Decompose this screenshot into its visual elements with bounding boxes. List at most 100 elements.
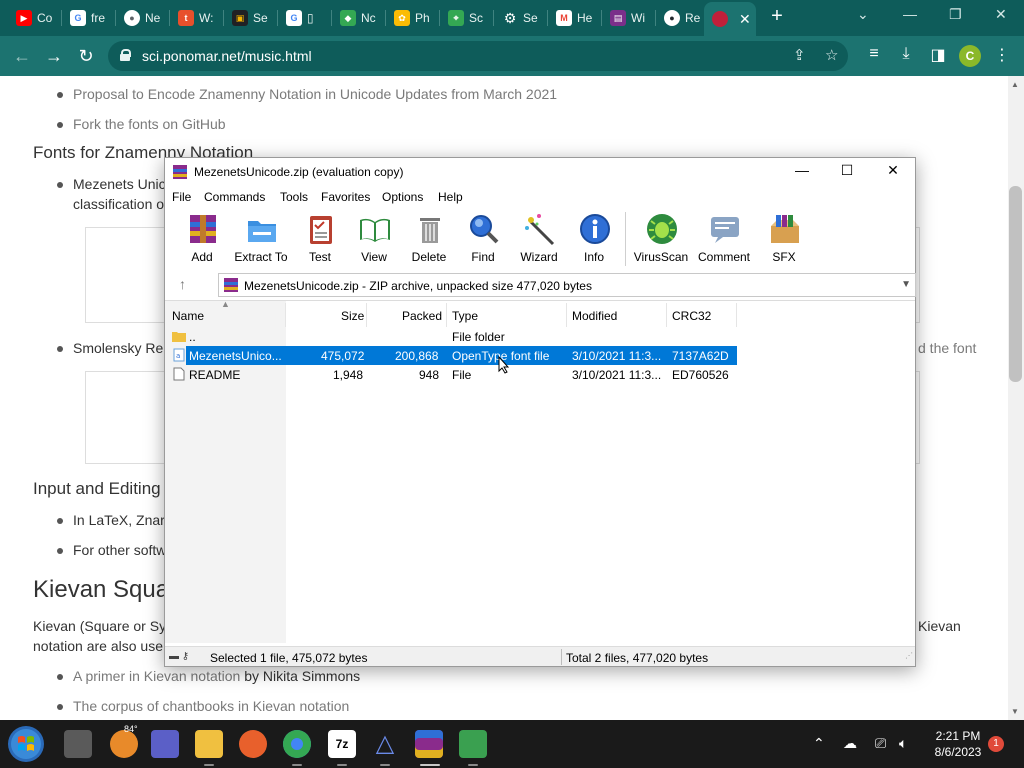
weather-icon[interactable]: [110, 730, 138, 758]
restore-icon[interactable]: ❐: [949, 6, 962, 23]
notification-badge[interactable]: 1: [988, 736, 1004, 752]
chrome-taskbar-icon[interactable]: [283, 730, 311, 758]
media-playlist-icon[interactable]: ≡: [863, 45, 885, 63]
column-header-crc32[interactable]: CRC32: [672, 309, 711, 323]
winrar-taskbar-icon[interactable]: [415, 730, 443, 758]
corpus-link[interactable]: The corpus of chantbooks in Kievan notat…: [73, 698, 349, 714]
menu-options[interactable]: Options: [382, 190, 423, 204]
menu-tools[interactable]: Tools: [280, 190, 308, 204]
winrar-minimize-icon[interactable]: —: [787, 162, 817, 178]
delete-button[interactable]: Delete: [399, 212, 459, 268]
tab-gmail[interactable]: M He: [550, 4, 602, 32]
extract-to-button[interactable]: Extract To: [231, 212, 291, 268]
tab-tumblr[interactable]: t W:: [172, 4, 224, 32]
column-divider[interactable]: [446, 303, 447, 327]
menu-help[interactable]: Help: [438, 190, 463, 204]
browser-menu-icon[interactable]: ⋮: [991, 45, 1013, 65]
back-button[interactable]: ←: [10, 44, 34, 68]
column-header-modified[interactable]: Modified: [572, 309, 617, 323]
winrar-close-icon[interactable]: ✕: [878, 162, 908, 179]
tab-settings[interactable]: ⚙ Se: [496, 4, 548, 32]
proposal-link[interactable]: Proposal to Encode Znamenny Notation in …: [73, 86, 557, 102]
tray-chevron-up-icon[interactable]: ⌃: [813, 735, 825, 752]
profile-avatar[interactable]: C: [959, 45, 981, 67]
scroll-down-arrow-icon[interactable]: ▼: [1011, 707, 1019, 716]
teams-chat-icon[interactable]: [151, 730, 179, 758]
tab-photos[interactable]: ✿ Ph: [388, 4, 440, 32]
chevron-down-icon[interactable]: ▼: [901, 279, 911, 290]
column-divider[interactable]: [566, 303, 567, 327]
running-indicator: [337, 764, 347, 766]
side-panel-icon[interactable]: ◨: [927, 45, 949, 65]
column-divider[interactable]: [736, 303, 737, 327]
tab-github[interactable]: ● Re: [658, 4, 704, 32]
virusscan-button[interactable]: VirusScan: [631, 212, 691, 268]
winrar-title-bar[interactable]: MezenetsUnicode.zip (evaluation copy) — …: [165, 158, 915, 186]
share-icon[interactable]: ⇪: [793, 46, 806, 64]
primer-link-text[interactable]: A primer in Kievan notation: [73, 668, 240, 684]
close-window-icon[interactable]: ✕: [995, 6, 1007, 23]
info-button[interactable]: Info: [564, 212, 624, 268]
sfx-button[interactable]: SFX: [754, 212, 814, 268]
inkscape-icon[interactable]: △: [371, 730, 399, 758]
tab-label: He: [577, 11, 593, 25]
minimize-icon[interactable]: —: [903, 6, 917, 22]
column-header-size[interactable]: Size: [341, 309, 364, 323]
column-header-type[interactable]: Type: [452, 309, 478, 323]
column-divider[interactable]: [666, 303, 667, 327]
7zip-icon[interactable]: 7z: [328, 730, 356, 758]
system-clock[interactable]: 2:21 PM 8/6/2023: [928, 728, 988, 760]
address-bar[interactable]: sci.ponomar.net/music.html ⇪ ☆: [108, 41, 848, 71]
tab-winrar[interactable]: ▤ Wi: [604, 4, 656, 32]
column-header-packed[interactable]: Packed: [402, 309, 442, 323]
up-folder-icon[interactable]: ↑: [179, 276, 186, 292]
table-row-readme[interactable]: README 1,948 948 File 3/10/2021 11:3... …: [165, 365, 915, 384]
scrollbar-thumb[interactable]: [1009, 186, 1022, 382]
view-button[interactable]: View: [344, 212, 404, 268]
onedrive-icon[interactable]: ☁: [843, 735, 857, 752]
archive-path-dropdown[interactable]: MezenetsUnicode.zip - ZIP archive, unpac…: [218, 273, 916, 297]
tab-active[interactable]: ✕: [704, 2, 756, 36]
bookmark-star-icon[interactable]: ☆: [825, 46, 838, 64]
add-button[interactable]: Add: [172, 212, 232, 268]
tab-youtube[interactable]: ▶ Co: [10, 4, 62, 32]
page-scrollbar[interactable]: [1008, 76, 1024, 720]
column-divider[interactable]: [285, 303, 286, 327]
forward-button[interactable]: →: [42, 44, 66, 68]
test-button[interactable]: Test: [290, 212, 350, 268]
task-view-icon[interactable]: [64, 730, 92, 758]
resize-grip-icon[interactable]: ⋰: [905, 651, 913, 660]
menu-favorites[interactable]: Favorites: [321, 190, 370, 204]
tab-google-1[interactable]: G fre: [64, 4, 116, 32]
table-row-selected[interactable]: a MezenetsUnico... 475,072 200,868 OpenT…: [165, 346, 915, 365]
tab-close-icon[interactable]: ✕: [739, 11, 751, 28]
wizard-button[interactable]: Wizard: [509, 212, 569, 268]
comment-button[interactable]: Comment: [694, 212, 754, 268]
table-row-parent[interactable]: .. File folder: [165, 327, 915, 346]
app-grid-icon[interactable]: [459, 730, 487, 758]
menu-commands[interactable]: Commands: [204, 190, 265, 204]
firefox-icon[interactable]: [239, 730, 267, 758]
scroll-up-arrow-icon[interactable]: ▲: [1011, 80, 1019, 89]
find-button[interactable]: Find: [453, 212, 513, 268]
column-header-name[interactable]: Name: [172, 309, 204, 323]
winrar-maximize-icon[interactable]: ☐: [832, 162, 862, 179]
tab-google-2[interactable]: G ▯: [280, 4, 332, 32]
tab-search-engine[interactable]: ▣ Se: [226, 4, 278, 32]
tab-search-chevron-icon[interactable]: ⌄: [857, 6, 869, 23]
menu-file[interactable]: File: [172, 190, 191, 204]
tab-chrome[interactable]: ● Ne: [118, 4, 170, 32]
download-icon[interactable]: ⤓: [895, 45, 917, 63]
network-icon[interactable]: ⎚: [875, 735, 886, 752]
new-tab-button[interactable]: +: [766, 6, 788, 28]
start-button-icon[interactable]: [6, 724, 46, 764]
reload-button[interactable]: ↻: [74, 44, 98, 68]
column-divider[interactable]: [366, 303, 367, 327]
primer-link[interactable]: A primer in Kievan notation by Nikita Si…: [73, 668, 360, 684]
tab-notion[interactable]: ◆ Nc: [334, 4, 386, 32]
file-explorer-icon[interactable]: [195, 730, 223, 758]
tab-maps[interactable]: ⌖ Sc: [442, 4, 494, 32]
the-font-link[interactable]: d the font: [918, 340, 976, 356]
fork-fonts-link[interactable]: Fork the fonts on GitHub: [73, 116, 226, 132]
volume-icon[interactable]: 🔈︎: [899, 735, 907, 752]
